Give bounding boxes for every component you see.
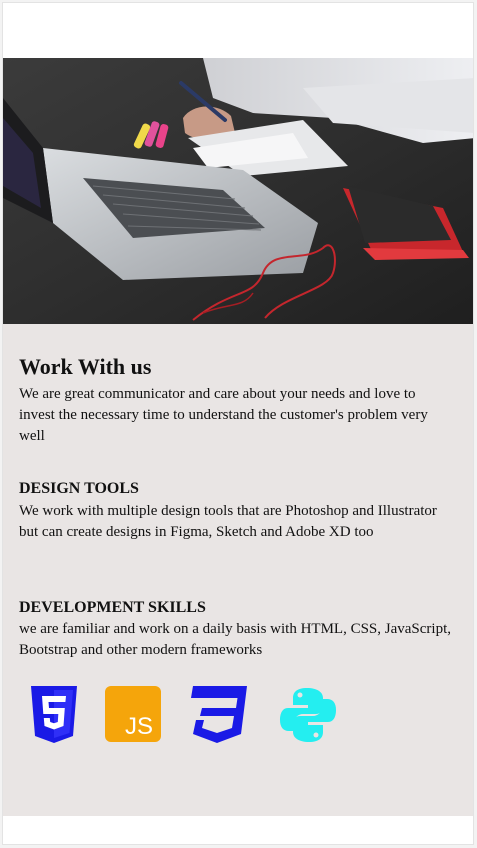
python-icon xyxy=(280,688,336,742)
design-tools-title: DESIGN TOOLS xyxy=(19,480,139,497)
javascript-icon: JS xyxy=(105,686,161,742)
work-with-us-description: We are great communicator and care about… xyxy=(19,386,428,444)
javascript-icon-label: JS xyxy=(125,713,153,740)
html5-icon xyxy=(31,686,77,743)
css3-icon xyxy=(191,686,247,743)
laptop-workspace-photo xyxy=(3,58,473,324)
technology-icons: JS xyxy=(3,686,473,746)
development-skills-description: we are familiar and work on a daily basi… xyxy=(19,621,451,658)
page-frame: Work With us We are great communicator a… xyxy=(2,2,474,845)
about-section: Work With us We are great communicator a… xyxy=(3,324,473,816)
design-tools-description: We work with multiple design tools that … xyxy=(19,503,437,540)
work-with-us-title: Work With us xyxy=(19,354,152,379)
development-skills-title: DEVELOPMENT SKILLS xyxy=(19,599,206,616)
hero-image-workspace xyxy=(3,58,473,324)
